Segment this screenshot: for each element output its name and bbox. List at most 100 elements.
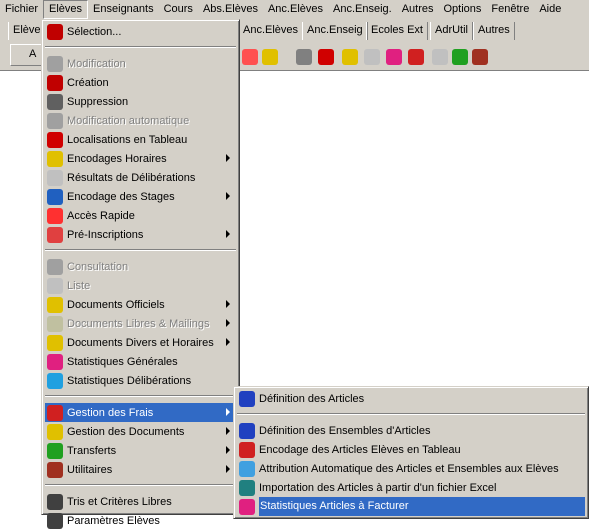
new-icon bbox=[47, 74, 63, 91]
menu-item-label: Encodages Horaires bbox=[67, 152, 167, 165]
menu-item-liste[interactable]: Liste bbox=[45, 276, 236, 295]
submenu-arrow-icon bbox=[226, 154, 230, 162]
menu-item-label: Sélection... bbox=[67, 25, 122, 38]
menu-item-importation-des-articles-partir-d-un-fichier-excel[interactable]: Importation des Articles à partir d'un f… bbox=[237, 478, 585, 497]
menu-item-consultation[interactable]: Consultation bbox=[45, 257, 236, 276]
menu-item-label: Transferts bbox=[67, 444, 117, 457]
menu-item-r-sultats-de-d-lib-rations[interactable]: Résultats de Délibérations bbox=[45, 168, 236, 187]
menu-item-encodage-des-articles-el-ves-en-tableau[interactable]: Encodage des Articles Elèves en Tableau bbox=[237, 440, 585, 459]
chart-icon bbox=[47, 353, 63, 370]
menu-item-label: Modification automatique bbox=[67, 114, 190, 127]
eleves-menu: Sélection... Modification Création Suppress… bbox=[41, 19, 240, 529]
documents-icon bbox=[47, 315, 63, 332]
menu-item-suppression[interactable]: Suppression bbox=[45, 92, 236, 111]
menu-item-label: Documents Libres & Mailings bbox=[67, 317, 210, 330]
menu-item-encodages-horaires[interactable]: Encodages Horaires bbox=[45, 149, 236, 168]
menu-item-localisations-en-tableau[interactable]: Localisations en Tableau bbox=[45, 130, 236, 149]
menu-item-documents-libres-mailings[interactable]: Documents Libres & Mailings bbox=[45, 314, 236, 333]
tab-eleves[interactable]: Elève bbox=[8, 22, 46, 40]
menu-fenêtre[interactable]: Fenêtre bbox=[486, 0, 534, 19]
menu-autres[interactable]: Autres bbox=[397, 0, 439, 19]
menu-item-cr-ation[interactable]: Création bbox=[45, 73, 236, 92]
submenu-arrow-icon bbox=[226, 319, 230, 327]
menu-elèves[interactable]: Elèves bbox=[43, 0, 89, 19]
menu-item-label: Encodage des Articles Elèves en Tableau bbox=[259, 443, 461, 456]
chart-icon bbox=[239, 498, 255, 515]
menu-item-modification-automatique[interactable]: Modification automatique bbox=[45, 111, 236, 130]
rabbit-icon bbox=[47, 207, 63, 224]
tab-anc-eleves[interactable]: Anc.Elèves bbox=[238, 22, 304, 40]
submenu-arrow-icon bbox=[226, 230, 230, 238]
menu-item-modification[interactable]: Modification bbox=[45, 54, 236, 73]
money-bag-icon bbox=[239, 422, 255, 439]
menu-options[interactable]: Options bbox=[439, 0, 487, 19]
menu-item-label: Liste bbox=[67, 279, 91, 292]
toolbar-icon-button[interactable] bbox=[386, 49, 402, 65]
menu-item-label: Encodage des Stages bbox=[67, 190, 175, 203]
gestion-frais-submenu: Définition des Articles Définition des En… bbox=[233, 386, 589, 519]
documents-icon bbox=[47, 423, 63, 440]
menu-cours[interactable]: Cours bbox=[159, 0, 198, 19]
menu-item-gestion-des-frais[interactable]: Gestion des Frais bbox=[45, 403, 236, 422]
menu-item-pr-inscriptions[interactable]: Pré-Inscriptions bbox=[45, 225, 236, 244]
menu-item-param-tres-el-ves[interactable]: Paramètres Elèves bbox=[45, 511, 236, 530]
menu-item-label: Accès Rapide bbox=[67, 209, 135, 222]
menu-item-statistiques-articles-facturer[interactable]: Statistiques Articles à Facturer bbox=[237, 497, 585, 516]
menu-separator bbox=[45, 249, 236, 251]
toolbar-icon-button[interactable] bbox=[452, 49, 468, 65]
money-bag-icon bbox=[239, 390, 255, 407]
tab-anc-enseig[interactable]: Anc.Enseig bbox=[302, 22, 368, 40]
menu-item-gestion-des-documents[interactable]: Gestion des Documents bbox=[45, 422, 236, 441]
sort-icon bbox=[47, 493, 63, 510]
toolbar-button-selection[interactable]: A bbox=[10, 44, 42, 66]
tab-ecoles-ext[interactable]: Ecoles Ext bbox=[366, 22, 428, 40]
chart-icon bbox=[47, 372, 63, 389]
tools-icon bbox=[47, 461, 63, 478]
menu-item-label: Documents Divers et Horaires bbox=[67, 336, 214, 349]
menu-item-label: Documents Officiels bbox=[67, 298, 165, 311]
submenu-arrow-icon bbox=[226, 300, 230, 308]
tab-adrutil[interactable]: AdrUtil bbox=[430, 22, 474, 40]
toolbar-icon-button[interactable] bbox=[342, 49, 358, 65]
menu-item-label: Définition des Ensembles d'Articles bbox=[259, 424, 431, 437]
toolbar-icon-button[interactable] bbox=[408, 49, 424, 65]
book-icon bbox=[47, 169, 63, 186]
settings-icon bbox=[47, 512, 63, 529]
menu-item-attribution-automatique-des-articles-et-ensembles-aux-el-ves[interactable]: Attribution Automatique des Articles et … bbox=[237, 459, 585, 478]
menu-anc-elèves[interactable]: Anc.Elèves bbox=[263, 0, 328, 19]
toolbar-icon-button[interactable] bbox=[242, 49, 258, 65]
tab-autres[interactable]: Autres bbox=[473, 22, 515, 40]
menu-item-utilitaires[interactable]: Utilitaires bbox=[45, 460, 236, 479]
menu-item-statistiques-g-n-rales[interactable]: Statistiques Générales bbox=[45, 352, 236, 371]
menu-item-s-lection[interactable]: Sélection... bbox=[45, 22, 236, 41]
menu-item-tris-et-crit-res-libres[interactable]: Tris et Critères Libres bbox=[45, 492, 236, 511]
toolbar-icon-button[interactable] bbox=[262, 49, 278, 65]
menu-anc-enseig-[interactable]: Anc.Enseig. bbox=[328, 0, 397, 19]
menu-fichier[interactable]: Fichier bbox=[0, 0, 43, 19]
menu-item-statistiques-d-lib-rations[interactable]: Statistiques Délibérations bbox=[45, 371, 236, 390]
menu-enseignants[interactable]: Enseignants bbox=[88, 0, 159, 19]
menu-aide[interactable]: Aide bbox=[534, 0, 566, 19]
menu-item-label: Gestion des Frais bbox=[67, 406, 154, 419]
menu-item-documents-officiels[interactable]: Documents Officiels bbox=[45, 295, 236, 314]
submenu-arrow-icon bbox=[226, 465, 230, 473]
menu-item-label: Utilitaires bbox=[67, 463, 113, 476]
menu-item-label: Modification bbox=[67, 57, 126, 70]
menu-item-transferts[interactable]: Transferts bbox=[45, 441, 236, 460]
toolbar-icon-button[interactable] bbox=[364, 49, 380, 65]
menu-abs-elèves[interactable]: Abs.Elèves bbox=[198, 0, 263, 19]
toolbar-icon-button[interactable] bbox=[296, 49, 312, 65]
submenu-arrow-icon bbox=[226, 446, 230, 454]
toolbar-icon-button[interactable] bbox=[432, 49, 448, 65]
menu-item-d-finition-des-ensembles-d-articles[interactable]: Définition des Ensembles d'Articles bbox=[237, 421, 585, 440]
schedule-icon bbox=[47, 334, 63, 351]
menu-item-label: Statistiques Générales bbox=[67, 355, 178, 368]
menu-item-d-finition-des-articles[interactable]: Définition des Articles bbox=[237, 389, 585, 408]
menu-item-encodage-des-stages[interactable]: Encodage des Stages bbox=[45, 187, 236, 206]
menu-item-documents-divers-et-horaires[interactable]: Documents Divers et Horaires bbox=[45, 333, 236, 352]
menu-item-acc-s-rapide[interactable]: Accès Rapide bbox=[45, 206, 236, 225]
stages-icon bbox=[47, 188, 63, 205]
toolbar-icon-button[interactable] bbox=[472, 49, 488, 65]
toolbar-icon-button[interactable] bbox=[318, 49, 334, 65]
delete-icon bbox=[47, 93, 63, 110]
